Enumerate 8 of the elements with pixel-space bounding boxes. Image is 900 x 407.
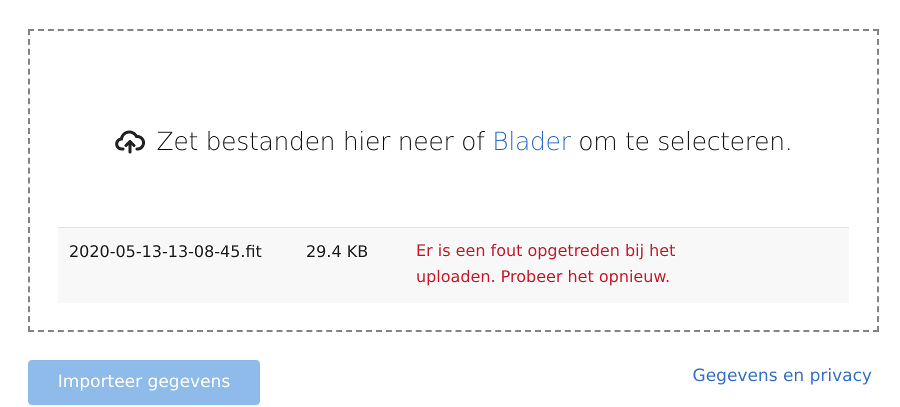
cloud-upload-icon [114,130,145,154]
file-name: 2020-05-13-13-08-45.fit [69,241,263,263]
file-size: 29.4 KB [306,241,370,263]
privacy-link[interactable]: Gegevens en privacy [692,364,872,390]
drop-prompt: Zet bestanden hier neer of Blader om te selecteren. [156,126,792,158]
status-message: Er is een fout opgetreden bij het uploaden. Probeer het opnieuw. [416,240,676,288]
drop-zone[interactable]: Zet bestanden hier neer of Blader om te selecteren. 2020-05-13-13-08-45.fit 29.4 KB Er is een fout opgetreden bij het uploaden. Probeer het opnieuw. [28,29,879,332]
browse-link[interactable]: Blader [492,127,571,156]
